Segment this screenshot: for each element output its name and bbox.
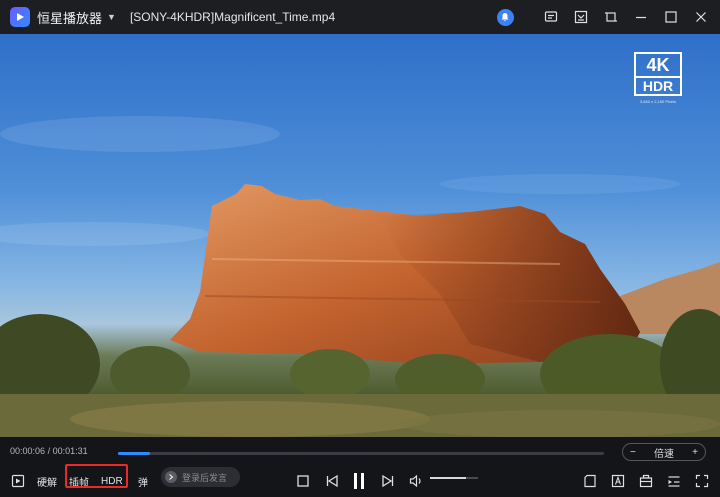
4k-hdr-badge: 4K HDR 3,840 x 2,160 Pixels	[634, 52, 682, 104]
text-icon[interactable]	[611, 465, 625, 497]
hw-decode-button[interactable]: 硬解	[37, 465, 57, 497]
bell-button[interactable]	[492, 4, 518, 30]
previous-icon[interactable]	[325, 465, 339, 497]
progress-bar[interactable]	[118, 452, 604, 455]
chevron-right-icon	[165, 471, 177, 483]
maximize-icon[interactable]	[658, 4, 684, 30]
app-name[interactable]: 恒星播放器	[37, 8, 102, 27]
danmu-input[interactable]: 登录后发言	[161, 467, 240, 487]
playlist-icon[interactable]	[11, 465, 25, 497]
volume-icon[interactable]	[409, 465, 424, 497]
pin-icon[interactable]	[598, 4, 624, 30]
app-logo-icon[interactable]	[10, 7, 30, 27]
highlight-box	[65, 464, 128, 488]
subtitle-icon[interactable]	[538, 4, 564, 30]
file-title: [SONY-4KHDR]Magnificent_Time.mp4	[129, 10, 336, 24]
toolbox-icon[interactable]	[639, 465, 653, 497]
speed-plus-button[interactable]: +	[692, 447, 698, 458]
rotate-icon[interactable]	[583, 465, 597, 497]
next-icon[interactable]	[381, 465, 395, 497]
badge-hdr-text: HDR	[634, 76, 682, 96]
danmu-placeholder: 登录后发言	[182, 472, 228, 483]
progress-fill	[118, 452, 151, 455]
progress-row: 00:00:06 / 00:01:31 − 倍速 +	[0, 437, 720, 465]
time-display: 00:00:06 / 00:01:31	[10, 446, 88, 456]
video-frame[interactable]: 4K HDR 3,840 x 2,160 Pixels	[0, 34, 720, 437]
stop-icon[interactable]	[297, 465, 309, 497]
minimize-icon[interactable]	[628, 4, 654, 30]
current-time: 00:00:06	[10, 446, 46, 456]
volume-fill	[430, 477, 466, 479]
title-bar: 恒星播放器 ▼ [SONY-4KHDR]Magnificent_Time.mp4	[0, 0, 720, 34]
bell-icon	[496, 8, 514, 26]
volume-slider[interactable]	[430, 477, 478, 479]
pause-icon[interactable]	[352, 465, 366, 497]
speed-label[interactable]: 倍速	[654, 445, 674, 460]
speed-control: − 倍速 +	[622, 443, 706, 461]
playlist-panel-icon[interactable]	[667, 465, 681, 497]
speed-minus-button[interactable]: −	[630, 447, 636, 458]
badge-resolution-text: 3,840 x 2,160 Pixels	[639, 99, 677, 104]
chevron-down-icon[interactable]: ▼	[107, 12, 116, 22]
video-scene	[0, 116, 720, 437]
screenshot-icon[interactable]	[568, 4, 594, 30]
close-icon[interactable]	[688, 4, 714, 30]
badge-4k-text: 4K	[634, 52, 682, 76]
fullscreen-icon[interactable]	[695, 465, 709, 497]
danmu-toggle[interactable]: 弹	[138, 465, 148, 497]
total-time: 00:01:31	[52, 446, 88, 456]
